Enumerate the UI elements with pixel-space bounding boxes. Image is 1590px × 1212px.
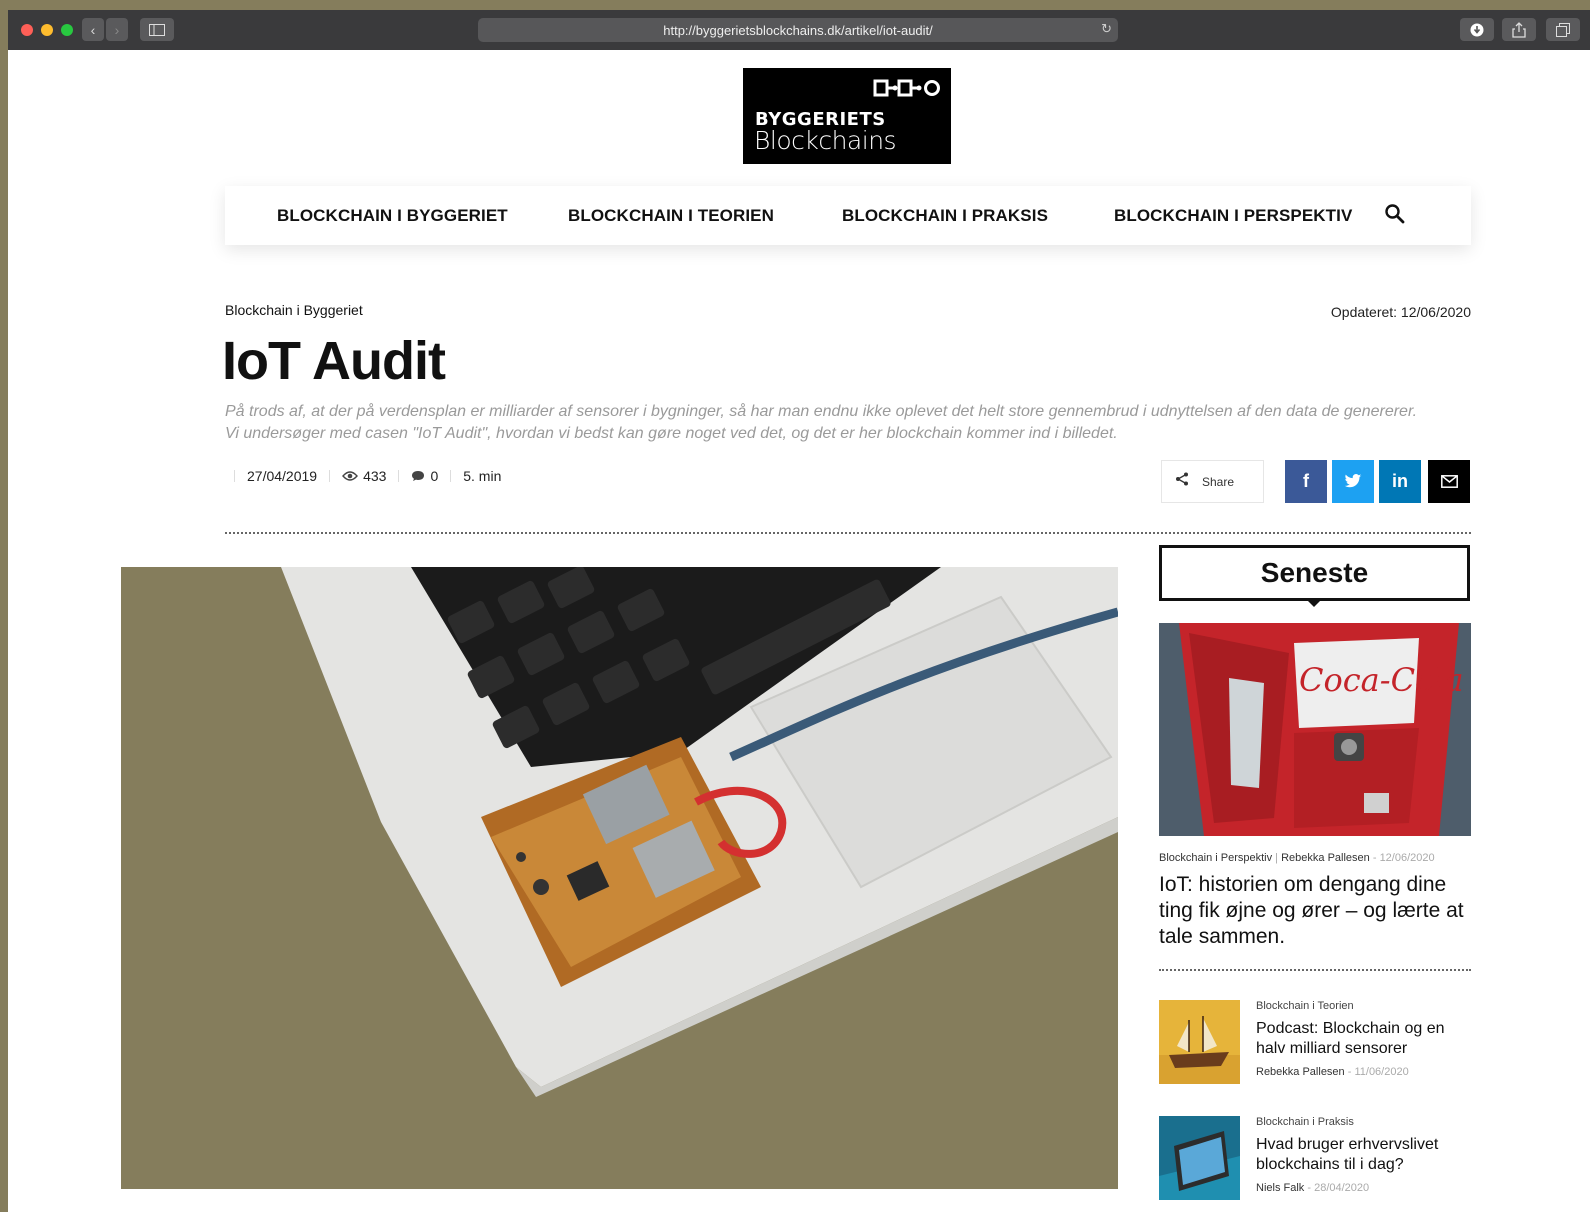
post-title[interactable]: Podcast: Blockchain og en halv milliard … — [1256, 1019, 1471, 1059]
nav-item-perspektiv[interactable]: BLOCKCHAIN I PERSPEKTIV — [1114, 206, 1352, 226]
featured-post-image[interactable]: Coca-Cola — [1159, 623, 1471, 836]
share-label: Share — [1202, 474, 1235, 489]
share-browser-button[interactable] — [1502, 18, 1536, 41]
article-read-time: 5. min — [463, 468, 502, 484]
post-category[interactable]: Blockchain i Praksis — [1256, 1116, 1354, 1128]
article-meta: 27/04/2019 433 0 5. min — [234, 468, 501, 484]
sidebar-icon — [149, 23, 165, 36]
meta-separator — [234, 470, 235, 482]
featured-post-author[interactable]: Rebekka Pallesen — [1281, 852, 1370, 864]
page-title: IoT Audit — [222, 331, 446, 391]
maximize-window-button[interactable] — [61, 24, 73, 36]
post-author[interactable]: Niels Falk — [1256, 1182, 1304, 1194]
email-share-button[interactable] — [1428, 460, 1470, 503]
reload-icon[interactable]: ↻ — [1101, 21, 1112, 37]
article-hero-image — [121, 567, 1118, 1189]
nav-item-praksis[interactable]: BLOCKCHAIN I PRAKSIS — [842, 206, 1048, 226]
minimize-window-button[interactable] — [41, 24, 53, 36]
post-date: 28/04/2020 — [1314, 1182, 1370, 1194]
nav-item-byggeriet[interactable]: BLOCKCHAIN I BYGGERIET — [277, 206, 508, 226]
chevron-right-icon: › — [114, 21, 120, 38]
svg-text:Coca-Cola: Coca-Cola — [1299, 661, 1464, 699]
featured-post-meta: Blockchain i Perspektiv | Rebekka Palles… — [1159, 852, 1435, 864]
chain-logo-icon — [873, 79, 940, 97]
post-thumbnail[interactable] — [1159, 1116, 1240, 1200]
eye-icon — [342, 471, 359, 481]
share-icon — [1512, 21, 1526, 38]
post-category[interactable]: Blockchain i Teorien — [1256, 1000, 1354, 1012]
post-thumbnail[interactable] — [1159, 1000, 1240, 1084]
twitter-share-button[interactable] — [1332, 460, 1374, 503]
post-title[interactable]: Hvad bruger erhvervslivet blockchains ti… — [1256, 1135, 1471, 1175]
sidebar-divider — [1159, 969, 1471, 971]
close-window-button[interactable] — [21, 24, 33, 36]
address-bar[interactable]: http://byggerietsblockchains.dk/artikel/… — [478, 18, 1118, 42]
sidebar-toggle-button[interactable] — [140, 18, 174, 41]
post-date: 11/06/2020 — [1354, 1066, 1409, 1078]
site-logo[interactable]: BYGGERIETS Blockchains — [743, 68, 951, 164]
browser-window: ‹ › http://byggerietsblockchains.dk/arti… — [8, 10, 1590, 1212]
post-author[interactable]: Rebekka Pallesen — [1256, 1066, 1345, 1078]
browser-titlebar: ‹ › http://byggerietsblockchains.dk/arti… — [8, 10, 1590, 50]
featured-post-category[interactable]: Blockchain i Perspektiv — [1159, 852, 1272, 864]
article-comment-count[interactable]: 0 — [430, 468, 438, 484]
main-nav: BLOCKCHAIN I BYGGERIET BLOCKCHAIN I TEOR… — [225, 186, 1471, 245]
meta-separator — [398, 470, 400, 482]
tabs-icon — [1556, 22, 1570, 37]
sidebar-heading: Seneste — [1159, 545, 1470, 601]
url-text: http://byggerietsblockchains.dk/artikel/… — [663, 22, 933, 38]
meta-separator — [450, 470, 452, 482]
comment-icon — [412, 471, 425, 481]
facebook-icon: f — [1303, 471, 1309, 491]
share-button[interactable]: Share — [1161, 460, 1264, 503]
article-date: 27/04/2019 — [247, 468, 318, 484]
linkedin-icon: in — [1392, 471, 1408, 491]
back-button[interactable]: ‹ — [82, 18, 104, 41]
downloads-button[interactable] — [1460, 18, 1494, 41]
chevron-left-icon: ‹ — [90, 21, 96, 38]
article-views: 433 — [363, 468, 387, 484]
article-intro: På trods af, at der på verdensplan er mi… — [225, 403, 1418, 442]
article-updated-date: Opdateret: 12/06/2020 — [1330, 304, 1471, 320]
tabs-button[interactable] — [1546, 18, 1580, 41]
search-icon[interactable] — [1383, 202, 1407, 226]
twitter-icon — [1344, 474, 1362, 488]
share-icon — [1162, 472, 1202, 491]
linkedin-share-button[interactable]: in — [1379, 460, 1421, 503]
mail-icon — [1440, 475, 1458, 488]
article-category[interactable]: Blockchain i Byggeriet — [225, 302, 363, 318]
post-meta: Rebekka Pallesen - 11/06/2020 — [1256, 1066, 1409, 1078]
facebook-share-button[interactable]: f — [1285, 460, 1327, 503]
sidebar-heading-arrow — [1307, 600, 1321, 607]
featured-post-title[interactable]: IoT: historien om dengang dine ting fik … — [1159, 872, 1471, 950]
post-meta: Niels Falk - 28/04/2020 — [1256, 1182, 1370, 1194]
featured-post-date: 12/06/2020 — [1379, 852, 1435, 864]
nav-item-teorien[interactable]: BLOCKCHAIN I TEORIEN — [568, 206, 774, 226]
article-divider — [225, 532, 1471, 534]
meta-separator — [329, 470, 331, 482]
download-icon — [1470, 23, 1484, 36]
logo-text-line2: Blockchains — [754, 126, 897, 155]
forward-button[interactable]: › — [106, 18, 128, 41]
